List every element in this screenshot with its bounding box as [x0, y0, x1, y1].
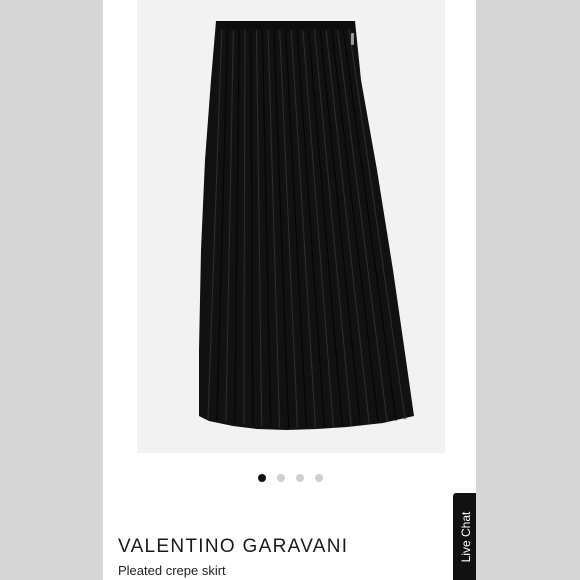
live-chat-label: Live Chat	[458, 511, 473, 562]
phone-screen: VALENTINO GARAVANI Pleated crepe skirt L…	[103, 0, 476, 580]
carousel-dot[interactable]	[258, 474, 266, 482]
product-image[interactable]	[137, 0, 445, 453]
skirt-illustration	[199, 21, 414, 430]
carousel-dot[interactable]	[315, 474, 323, 482]
product-brand[interactable]: VALENTINO GARAVANI	[118, 536, 348, 558]
carousel-indicator	[103, 474, 476, 484]
left-backdrop	[0, 0, 103, 580]
product-name: Pleated crepe skirt	[118, 563, 226, 578]
live-chat-button[interactable]: Live Chat	[453, 493, 476, 580]
skirt-waistband	[216, 21, 355, 29]
carousel-dot[interactable]	[296, 474, 304, 482]
carousel-dot[interactable]	[277, 474, 285, 482]
waist-zip-pull	[351, 33, 354, 45]
right-backdrop	[476, 0, 580, 580]
